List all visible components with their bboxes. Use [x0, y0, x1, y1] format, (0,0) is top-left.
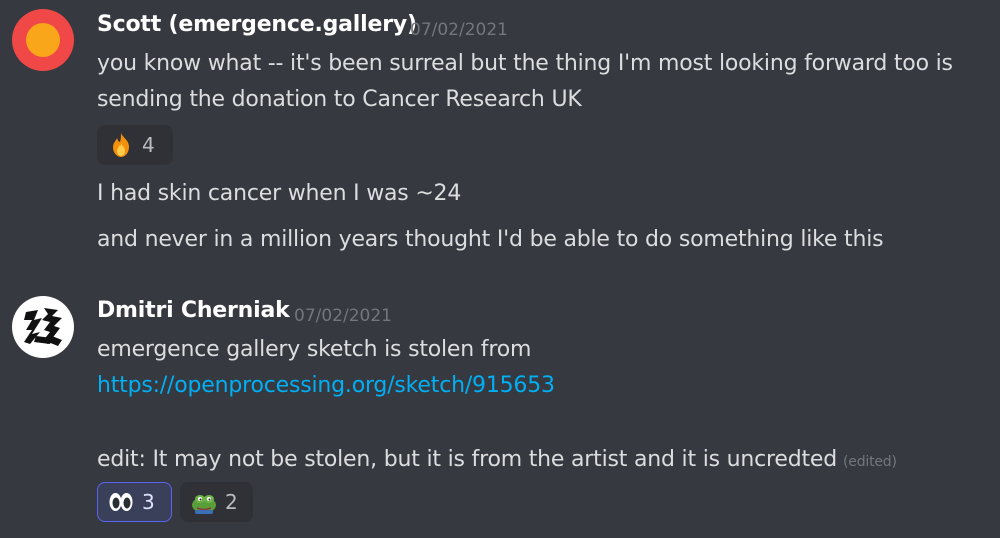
avatar-icon	[24, 308, 62, 346]
timestamp: 07/02/2021	[410, 20, 508, 40]
frog-icon	[191, 489, 217, 515]
message-text: and never in a million years thought I'd…	[97, 227, 884, 252]
username[interactable]: Dmitri Cherniak	[97, 298, 290, 323]
message-text: emergence gallery sketch is stolen from	[97, 337, 532, 362]
reaction-fire[interactable]: 4	[97, 125, 173, 165]
edited-label: (edited)	[843, 454, 897, 470]
message-text: you know what -- it's been surreal but t…	[97, 51, 953, 76]
avatar[interactable]	[12, 9, 74, 71]
avatar[interactable]	[12, 296, 74, 358]
message-link[interactable]: https://openprocessing.org/sketch/915653	[97, 373, 555, 398]
chat-messages: Scott (emergence.gallery) 07/02/2021 you…	[0, 0, 1000, 538]
reaction-count: 3	[142, 490, 155, 514]
reaction-count: 2	[225, 490, 238, 514]
message-text: edit: It may not be stolen, but it is fr…	[97, 447, 897, 472]
reaction-eyes[interactable]: 3	[97, 482, 172, 522]
username[interactable]: Scott (emergence.gallery)	[97, 12, 417, 37]
avatar-icon	[26, 23, 60, 57]
reaction-count: 4	[142, 133, 155, 157]
timestamp: 07/02/2021	[294, 306, 392, 326]
message-text: I had skin cancer when I was ~24	[97, 181, 462, 206]
message-text-content: edit: It may not be stolen, but it is fr…	[97, 447, 838, 472]
fire-icon	[108, 132, 134, 158]
eyes-icon	[108, 489, 134, 515]
reaction-frog[interactable]: 2	[180, 482, 253, 522]
message-text: sending the donation to Cancer Research …	[97, 87, 582, 112]
